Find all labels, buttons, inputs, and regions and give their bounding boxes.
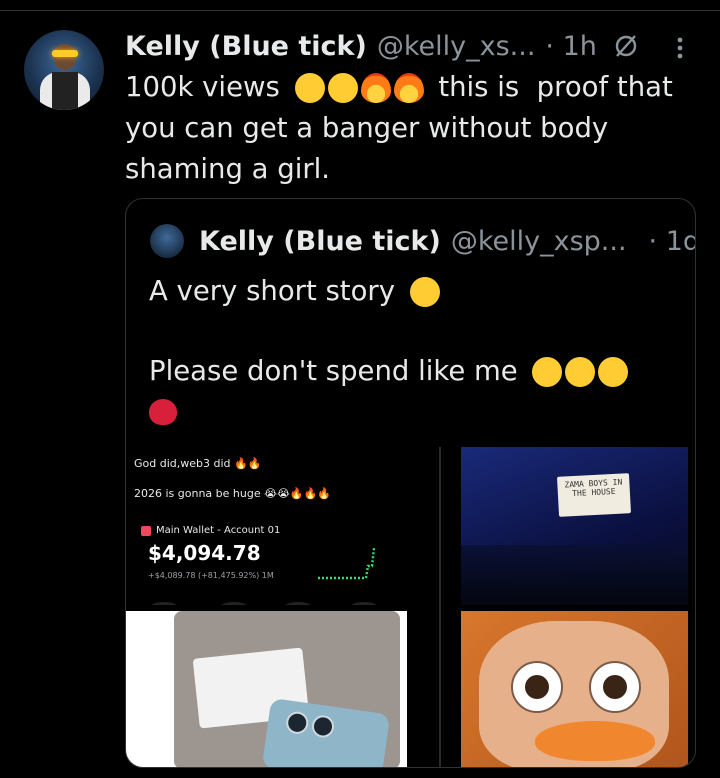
quoted-text-line2-text: Please don't spend like me xyxy=(149,355,518,387)
grok-icon[interactable] xyxy=(613,33,639,59)
wallet-logo-icon xyxy=(141,525,151,536)
tweet-text-line1a: 100k views xyxy=(125,71,280,103)
wallet-balance: $4,094.78 xyxy=(148,541,261,565)
quoted-text-line1-text: A very short story xyxy=(149,275,395,307)
separator-line xyxy=(0,10,720,11)
quoted-text-line3 xyxy=(149,391,669,431)
tweet-text-line1: 100k views this is proof that xyxy=(125,67,705,108)
avatar[interactable] xyxy=(24,30,104,110)
emoji-group xyxy=(294,73,424,103)
penguin-eye xyxy=(511,661,563,713)
crowd-shadow xyxy=(461,545,688,605)
wallet-account: Main Wallet - Account 01 xyxy=(141,525,280,536)
broken-heart-icon xyxy=(149,399,177,425)
camera-lens xyxy=(284,710,310,736)
more-icon[interactable] xyxy=(670,34,690,62)
penguin-beak xyxy=(535,721,655,761)
wallet-line1: God did,web3 did 🔥🔥 xyxy=(134,457,262,470)
media-wallet-screenshot[interactable]: God did,web3 did 🔥🔥 2026 is gonna be hug… xyxy=(126,447,416,605)
camera-lens xyxy=(310,714,336,739)
quoted-avatar[interactable] xyxy=(150,224,184,258)
penguin-eye xyxy=(589,661,641,713)
loudly-crying-face-icon xyxy=(409,277,440,307)
wallet-account-label: Main Wallet - Account 01 xyxy=(156,525,281,536)
exploding-head-icon xyxy=(327,73,358,103)
penguin-face xyxy=(479,621,669,767)
emoji-group xyxy=(532,357,629,387)
author-handle[interactable]: @kelly_xs... xyxy=(377,31,536,62)
quoted-author-handle[interactable]: @kelly_xsp... xyxy=(451,226,627,257)
quoted-text: A very short story Please don't spend li… xyxy=(149,271,669,431)
media-phone-photo[interactable] xyxy=(126,611,407,767)
avatar-jacket xyxy=(52,72,78,110)
media-party-photo[interactable]: ZAMA BOYS IN THE HOUSE xyxy=(461,447,688,605)
loudly-crying-face-icon xyxy=(598,357,629,387)
quoted-text-line1: A very short story xyxy=(149,271,669,311)
tweet-text-line1b: this is proof that xyxy=(438,71,673,103)
media-penguin-meme[interactable] xyxy=(461,611,688,767)
party-sign: ZAMA BOYS IN THE HOUSE xyxy=(557,473,631,517)
loudly-crying-face-icon xyxy=(565,357,596,387)
flushed-face-icon xyxy=(294,73,325,103)
avatar-head xyxy=(54,44,76,70)
media-grid: God did,web3 did 🔥🔥 2026 is gonna be hug… xyxy=(126,447,695,767)
tweet-text: 100k views this is proof that you can ge… xyxy=(125,67,705,190)
tweet-text-line3: shaming a girl. xyxy=(125,153,331,185)
quoted-tweet-card[interactable]: Kelly (Blue tick) @kelly_xsp... · 1d A v… xyxy=(125,198,696,768)
quoted-time[interactable]: · 1d xyxy=(649,226,695,257)
wallet-chart xyxy=(318,547,376,580)
fire-icon xyxy=(393,73,424,103)
fire-icon xyxy=(360,73,391,103)
wallet-change: +$4,089.78 (+81,475.92%) 1M xyxy=(148,571,274,580)
media-divider xyxy=(439,447,441,767)
author-name[interactable]: Kelly (Blue tick) xyxy=(125,31,367,62)
tweet-text-line2: you can get a banger without body xyxy=(125,112,609,144)
loudly-crying-face-icon xyxy=(532,357,563,387)
wallet-action-buttons xyxy=(151,602,377,605)
wallet-line2: 2026 is gonna be huge 😭😭🔥🔥🔥 xyxy=(134,487,331,500)
quoted-text-line2: Please don't spend like me xyxy=(149,351,669,391)
quoted-header: Kelly (Blue tick) @kelly_xsp... · 1d xyxy=(199,219,695,263)
quoted-author-name[interactable]: Kelly (Blue tick) xyxy=(199,226,441,257)
tweet-time[interactable]: · 1h xyxy=(545,31,596,62)
tweet-header: Kelly (Blue tick) @kelly_xs... · 1h xyxy=(125,26,639,66)
avatar-glasses xyxy=(52,50,78,57)
